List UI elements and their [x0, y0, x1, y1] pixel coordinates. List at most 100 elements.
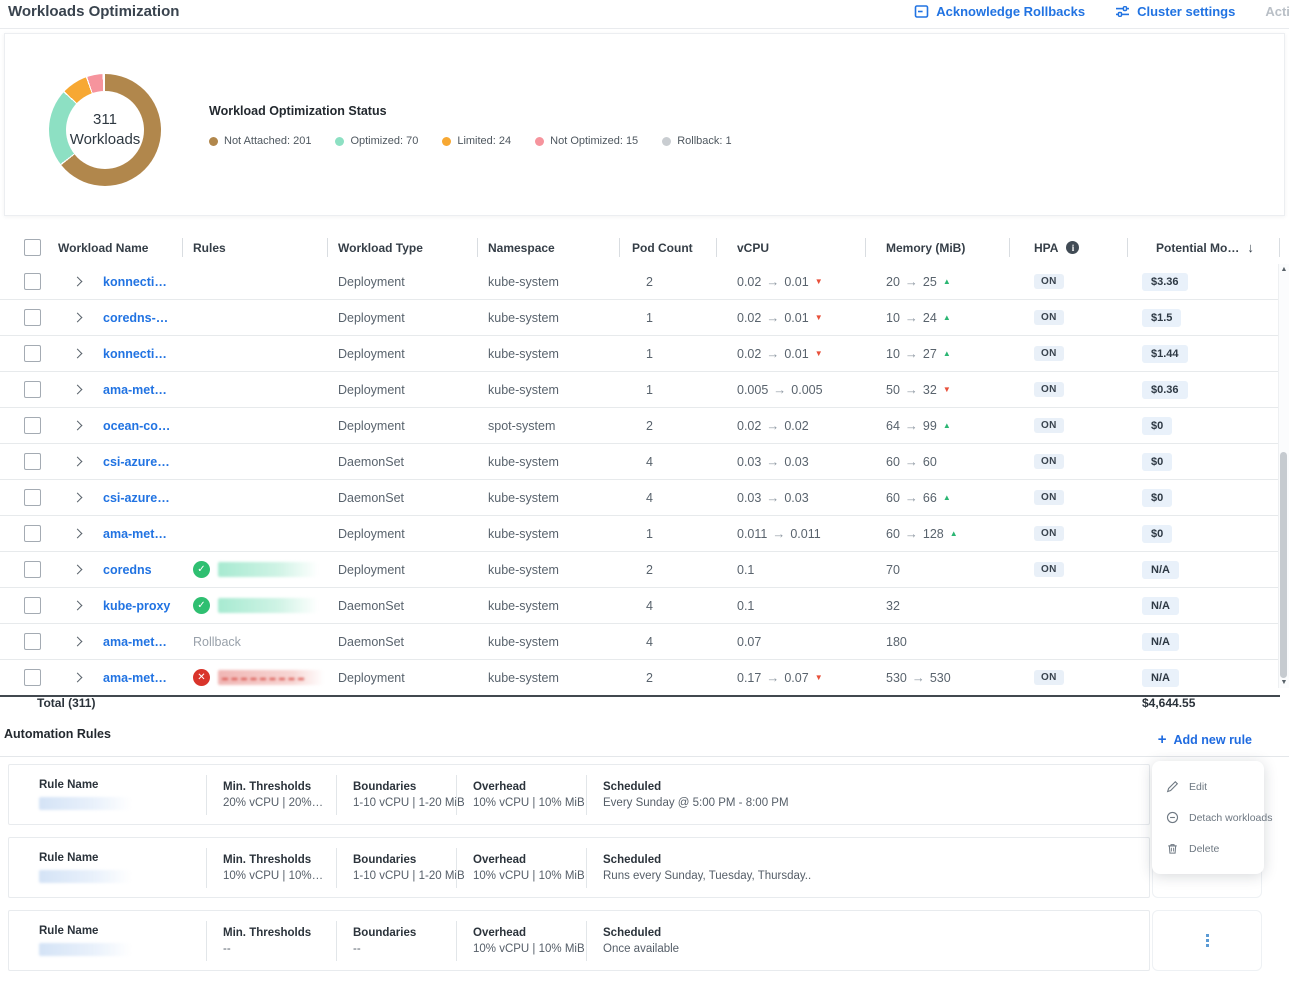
row-checkbox[interactable]: [24, 453, 41, 470]
cluster-settings-button[interactable]: Cluster settings: [1115, 4, 1235, 19]
workload-name-link[interactable]: ama-met…: [103, 635, 167, 649]
expand-chevron-icon[interactable]: [73, 313, 83, 323]
workload-name-link[interactable]: coredns-…: [103, 311, 168, 325]
expand-chevron-icon[interactable]: [73, 349, 83, 359]
hpa-cell: ON: [1010, 408, 1128, 443]
row-checkbox[interactable]: [24, 597, 41, 614]
expand-chevron-icon[interactable]: [73, 529, 83, 539]
actions-button[interactable]: Actions: [1265, 4, 1289, 19]
circle-minus-icon: [1166, 811, 1179, 824]
workload-name-cell: coredns-…: [48, 300, 183, 335]
min-thresholds-value: --: [223, 943, 336, 955]
workload-name-link[interactable]: kube-proxy: [103, 599, 170, 613]
workload-name-cell: coredns: [48, 552, 183, 587]
col-rules[interactable]: Rules: [183, 231, 328, 264]
workload-name-link[interactable]: konnecti…: [103, 275, 167, 289]
col-workload-name[interactable]: Workload Name: [48, 231, 183, 264]
row-checkbox[interactable]: [24, 669, 41, 686]
acknowledge-rollbacks-icon: [914, 4, 929, 19]
row-checkbox[interactable]: [24, 345, 41, 362]
menu-item-delete[interactable]: Delete: [1152, 833, 1264, 864]
expand-chevron-icon[interactable]: [73, 385, 83, 395]
total-label: Total (311): [37, 696, 95, 710]
vcpu-cell: 0.07: [717, 624, 866, 659]
expand-chevron-icon[interactable]: [73, 601, 83, 611]
metric-recommended: 0.011: [790, 527, 820, 541]
rule-actions-strip: [1152, 910, 1262, 971]
vcpu-cell: 0.011→0.011: [717, 516, 866, 551]
boundaries-cell: Boundaries--: [336, 921, 456, 961]
metric-current: 10: [886, 347, 900, 361]
metric-current: 0.1: [737, 563, 754, 577]
rule-name-redacted: [218, 562, 318, 577]
metric-current: 60: [886, 455, 900, 469]
workload-name-link[interactable]: csi-azure…: [103, 491, 170, 505]
workload-name-link[interactable]: csi-azure…: [103, 455, 170, 469]
workload-name-link[interactable]: coredns: [103, 563, 152, 577]
metric-current: 0.02: [737, 347, 761, 361]
memory-cell: 10→27▲: [866, 336, 1010, 371]
checkbox-cell: [0, 516, 48, 551]
col-vcpu[interactable]: vCPU: [717, 231, 866, 264]
row-checkbox[interactable]: [24, 633, 41, 650]
add-new-rule-button[interactable]: + Add new rule: [1158, 732, 1252, 747]
automation-rules-title: Automation Rules: [4, 727, 111, 741]
col-pod-count[interactable]: Pod Count: [620, 231, 717, 264]
row-checkbox[interactable]: [24, 381, 41, 398]
col-hpa[interactable]: HPA i: [1010, 231, 1128, 264]
select-all-checkbox[interactable]: [24, 239, 41, 256]
legend-item: Not Optimized: 15: [535, 135, 638, 147]
row-checkbox[interactable]: [24, 489, 41, 506]
expand-chevron-icon[interactable]: [73, 565, 83, 575]
automation-rule-row: Rule NameMin. Thresholds20% vCPU | 20%…B…: [8, 764, 1282, 827]
scroll-down-arrow-icon[interactable]: ▼: [1279, 679, 1289, 686]
expand-chevron-icon[interactable]: [73, 493, 83, 503]
potential-savings-badge: $0: [1142, 489, 1172, 507]
col-namespace[interactable]: Namespace: [478, 231, 620, 264]
scroll-up-arrow-icon[interactable]: ▲: [1279, 266, 1289, 273]
metric-current: 50: [886, 383, 900, 397]
expand-chevron-icon[interactable]: [73, 277, 83, 287]
row-checkbox[interactable]: [24, 309, 41, 326]
workload-name-link[interactable]: ocean-co…: [103, 419, 170, 433]
expand-chevron-icon[interactable]: [73, 421, 83, 431]
memory-cell: 32: [866, 588, 1010, 623]
col-workload-type[interactable]: Workload Type: [328, 231, 478, 264]
namespace-cell: kube-system: [478, 300, 620, 335]
sort-desc-icon[interactable]: ↓: [1247, 240, 1254, 255]
workload-name-link[interactable]: konnecti…: [103, 347, 167, 361]
metric-current: 60: [886, 527, 900, 541]
workload-name-link[interactable]: ama-met…: [103, 671, 167, 685]
rule-name-label: Rule Name: [39, 852, 206, 864]
overhead-label: Overhead: [473, 927, 586, 939]
rule-name-redacted: [39, 797, 131, 810]
kebab-dot-icon: [1206, 934, 1209, 937]
row-checkbox[interactable]: [24, 561, 41, 578]
workload-name-cell: ocean-co…: [48, 408, 183, 443]
workload-type-cell: DaemonSet: [328, 444, 478, 479]
pod-count-cell: 1: [620, 516, 717, 551]
hpa-info-icon[interactable]: i: [1066, 241, 1079, 254]
row-checkbox[interactable]: [24, 417, 41, 434]
expand-chevron-icon[interactable]: [73, 457, 83, 467]
workload-name-link[interactable]: ama-met…: [103, 527, 167, 541]
rules-cell: [183, 300, 328, 335]
vertical-scrollbar[interactable]: ▲ ▼: [1278, 264, 1289, 688]
workload-name-link[interactable]: ama-met…: [103, 383, 167, 397]
scrollbar-thumb[interactable]: [1280, 452, 1287, 678]
col-memory[interactable]: Memory (MiB): [866, 231, 1010, 264]
legend-dot-icon: [662, 137, 671, 146]
col-potential[interactable]: Potential Mo… ↓: [1128, 231, 1280, 264]
acknowledge-rollbacks-button[interactable]: Acknowledge Rollbacks: [914, 4, 1085, 19]
row-checkbox[interactable]: [24, 273, 41, 290]
expand-chevron-icon[interactable]: [73, 673, 83, 683]
pencil-icon: [1166, 780, 1179, 793]
metric-current: 0.03: [737, 491, 761, 505]
menu-item-detach-workloads[interactable]: Detach workloads: [1152, 802, 1264, 833]
rule-more-options-button[interactable]: [1202, 930, 1213, 951]
row-checkbox[interactable]: [24, 525, 41, 542]
vcpu-cell: 0.02→0.01▼: [717, 336, 866, 371]
menu-item-edit[interactable]: Edit: [1152, 771, 1264, 802]
expand-chevron-icon[interactable]: [73, 637, 83, 647]
potential-cell: $0: [1128, 444, 1280, 479]
